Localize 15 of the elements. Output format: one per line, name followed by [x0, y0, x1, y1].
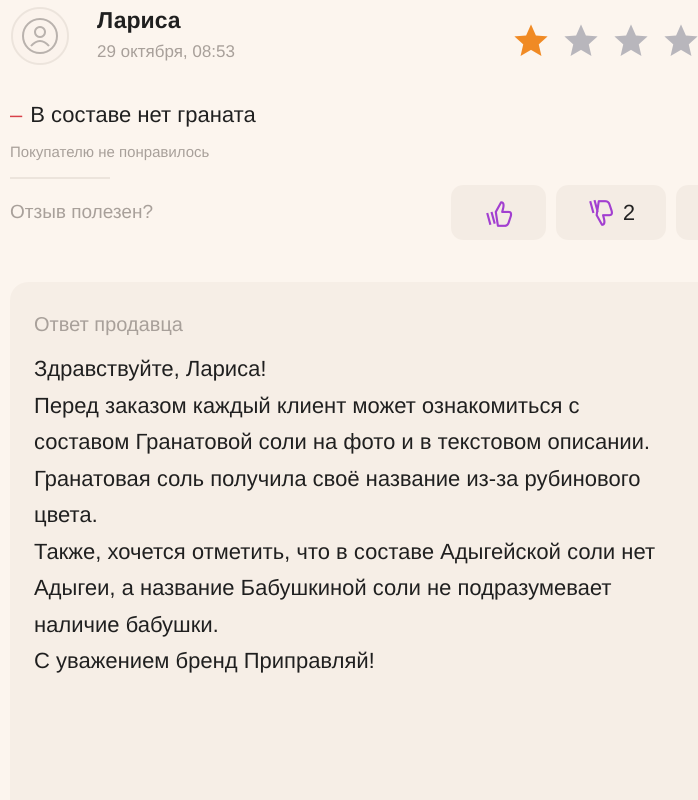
dislike-button[interactable]: 2	[556, 185, 666, 240]
reply-paragraph: С уважением бренд Приправляй!	[34, 647, 376, 675]
review-date: 29 октября, 08:53	[97, 42, 235, 62]
reply-paragraph: Также, хочется отметить, что в составе Адыгейской соли нет Адыгеи, а название Бабушкиной соли не подразумевает наличие бабушки.	[34, 538, 656, 639]
review-cons: В составе нет граната	[30, 102, 256, 128]
author-name: Лариса	[97, 7, 182, 34]
avatar-icon	[10, 6, 70, 66]
minus-icon: –	[10, 102, 22, 128]
like-button[interactable]	[451, 185, 546, 240]
reply-paragraph: Здравствуйте, Лариса!	[34, 355, 268, 383]
review-verdict: Покупателю не понравилось	[10, 144, 210, 161]
reply-paragraph: Гранатовая соль получила своё название из-за рубинового цвета.	[34, 464, 642, 529]
reply-paragraph: Перед заказом каждый клиент может ознакомиться с составом Гранатовой соли на фото и в текстовом описании.	[34, 392, 652, 456]
reply-title: Ответ продавца	[34, 314, 184, 337]
helpful-question: Отзыв полезен?	[10, 202, 154, 224]
